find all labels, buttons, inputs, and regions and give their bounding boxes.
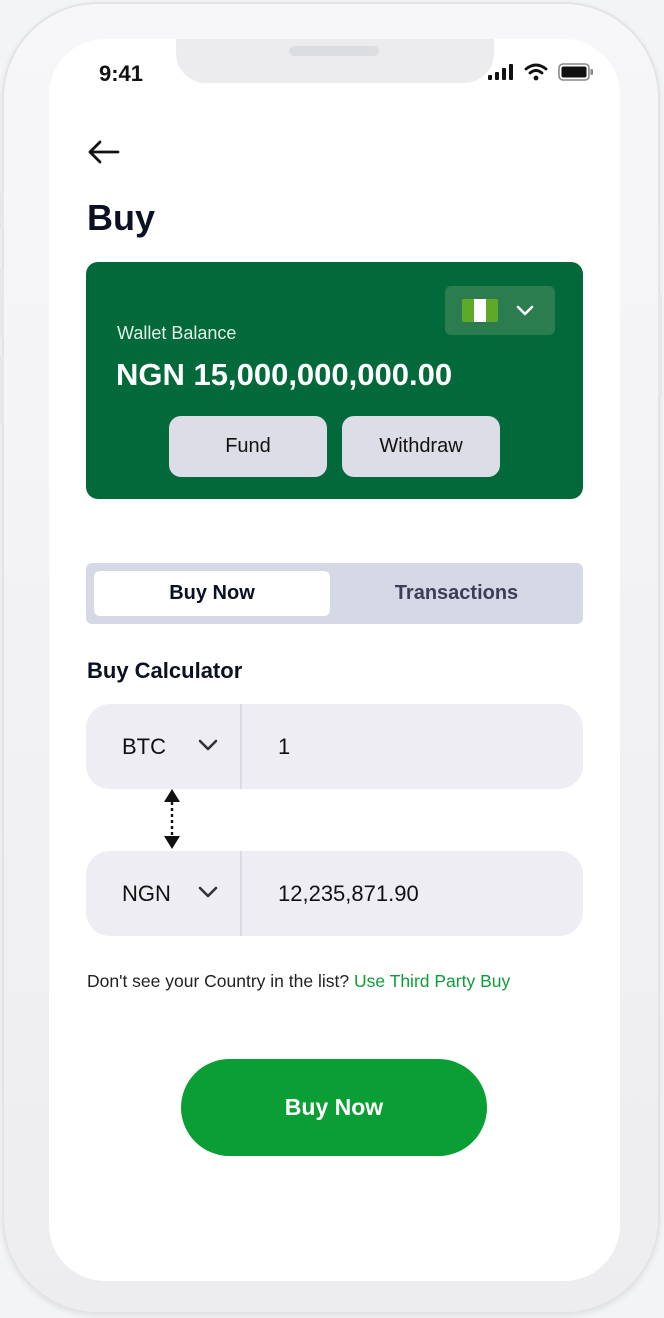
notch (176, 39, 494, 83)
side-button (0, 192, 4, 230)
flag-stripe (474, 299, 486, 322)
wifi-icon (524, 63, 548, 81)
divider (240, 704, 242, 789)
fund-button[interactable]: Fund (169, 416, 327, 477)
country-note: Don't see your Country in the list? Use … (87, 971, 510, 992)
tab-transactions[interactable]: Transactions (338, 571, 575, 616)
chevron-down-icon (198, 739, 218, 751)
side-button (658, 294, 662, 398)
buy-now-button[interactable]: Buy Now (181, 1059, 487, 1156)
calculator-title: Buy Calculator (87, 658, 243, 683)
country-note-text: Don't see your Country in the list? (87, 971, 350, 991)
status-icons (488, 63, 594, 81)
phone-frame: 9:41 Buy Wallet Balance NGN 15,000,000,0… (0, 2, 662, 1314)
to-amount-input[interactable]: 12,235,871.90 (278, 851, 568, 936)
from-currency-select[interactable]: BTC (86, 704, 240, 789)
from-amount-input[interactable]: 1 (278, 704, 568, 789)
to-conversion-row: NGN 12,235,871.90 (86, 851, 583, 936)
speaker (289, 46, 379, 56)
swap-arrows-icon[interactable] (161, 787, 183, 851)
third-party-buy-link[interactable]: Buy (480, 971, 510, 991)
wallet-card: Wallet Balance NGN 15,000,000,000.00 Fun… (86, 262, 583, 499)
third-party-link[interactable]: Use Third Party (354, 971, 475, 991)
chevron-down-icon (198, 886, 218, 898)
back-arrow-icon[interactable] (87, 139, 121, 165)
tab-buy-now[interactable]: Buy Now (94, 571, 330, 616)
flag-stripe (462, 299, 474, 322)
wallet-balance-label: Wallet Balance (117, 323, 237, 343)
page-title: Buy (87, 197, 156, 238)
to-currency-code: NGN (122, 880, 171, 906)
screen: 9:41 Buy Wallet Balance NGN 15,000,000,0… (49, 39, 620, 1281)
side-button (0, 354, 4, 424)
flag-stripe (486, 299, 498, 322)
from-currency-code: BTC (122, 733, 166, 759)
signal-icon (488, 64, 513, 80)
battery-icon (558, 63, 593, 81)
withdraw-button[interactable]: Withdraw (342, 416, 500, 477)
to-currency-select[interactable]: NGN (86, 851, 240, 936)
from-conversion-row: BTC 1 (86, 704, 583, 789)
wallet-balance-amount: NGN 15,000,000,000.00 (116, 357, 453, 392)
nigeria-flag-icon (462, 299, 498, 322)
status-time: 9:41 (99, 61, 144, 86)
country-select[interactable] (445, 286, 555, 335)
chevron-down-icon (516, 305, 534, 315)
divider (240, 851, 242, 936)
side-button (0, 268, 4, 338)
tab-bar: Buy Now Transactions (86, 563, 583, 624)
